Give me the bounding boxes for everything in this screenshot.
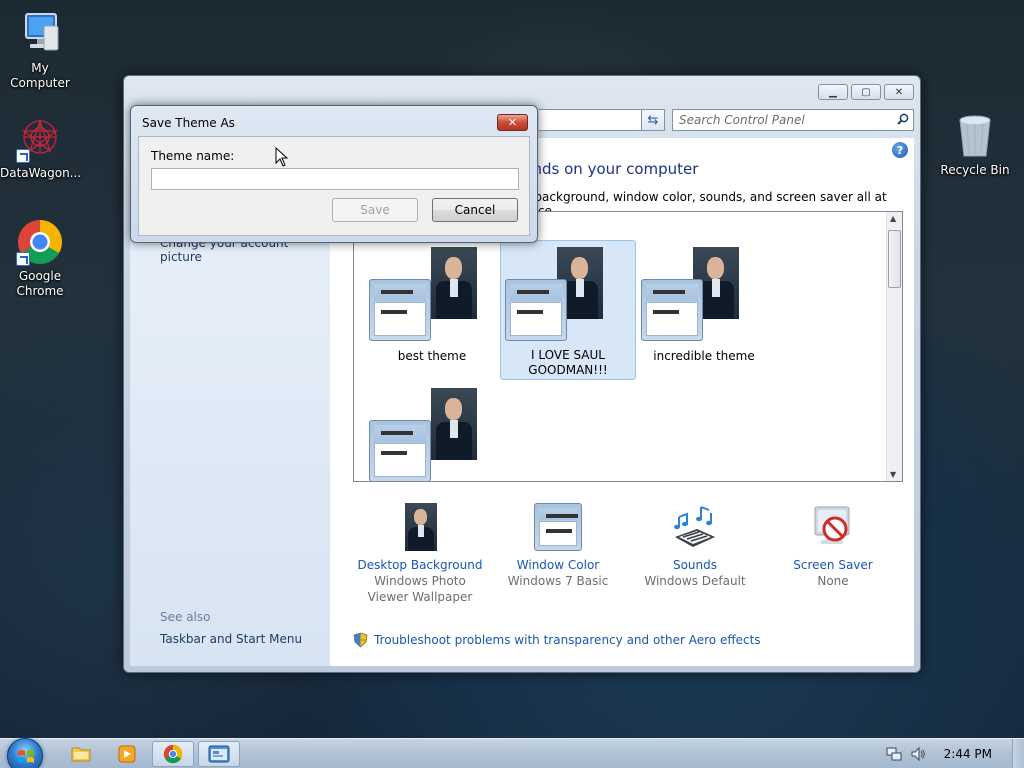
theme-window-thumbnail [369, 420, 431, 481]
theme-wallpaper-thumbnail [431, 247, 477, 319]
refresh-icon: ⇆ [647, 112, 659, 128]
system-tray: 2:44 PM [886, 739, 1024, 768]
theme-label: incredible theme [653, 349, 755, 363]
desktop-icon-recycle-bin[interactable]: Recycle Bin [935, 112, 1015, 178]
shield-icon [353, 632, 368, 648]
search-input[interactable]: Search Control Panel [672, 109, 914, 131]
theme-list-scrollbar[interactable]: ▲ ▼ [886, 212, 902, 481]
show-desktop-button[interactable] [1012, 739, 1024, 768]
theme-window-thumbnail [641, 279, 703, 341]
cancel-button[interactable]: Cancel [432, 198, 518, 222]
chrome-icon [16, 218, 64, 266]
theme-window-thumbnail [505, 279, 567, 341]
theme-item-best-theme[interactable]: best theme [364, 240, 500, 380]
taskbar-file-explorer[interactable] [60, 741, 102, 767]
desktop-icon-label: Google Chrome [16, 269, 64, 298]
search-placeholder: Search Control Panel [679, 113, 805, 127]
theme-name-input[interactable] [151, 168, 519, 190]
scroll-down-icon[interactable]: ▼ [890, 470, 896, 479]
see-also-heading: See also [160, 610, 211, 624]
datawagon-icon [16, 115, 64, 163]
page-title: unds on your computer [523, 160, 699, 178]
mouse-cursor-icon [275, 147, 289, 167]
sounds-icon [671, 503, 719, 551]
setting-value: Windows 7 Basic [507, 574, 609, 588]
setting-value: Windows Photo Viewer Wallpaper [367, 574, 473, 604]
maximize-icon: ▢ [861, 86, 871, 98]
theme-name-label: Theme name: [151, 149, 235, 163]
windows-logo-icon [18, 750, 34, 763]
theme-list: best theme I LOVE SAUL GOODMAN!!! incred… [353, 211, 903, 482]
theme-window-thumbnail [369, 279, 431, 341]
minimize-button[interactable]: ▁ [818, 84, 848, 100]
setting-title: Screen Saver [793, 558, 873, 572]
desktop-icon-datawagon[interactable]: DataWagon... [0, 115, 82, 181]
help-icon[interactable]: ? [892, 142, 908, 158]
desktop-background-setting[interactable]: Desktop Background Windows Photo Viewer … [345, 503, 495, 605]
desktop-icon-label: DataWagon... [0, 166, 82, 180]
close-icon: ✕ [894, 86, 904, 98]
theme-label: I LOVE SAUL GOODMAN!!! [528, 348, 608, 377]
window-controls: ▁ ▢ ✕ [818, 84, 914, 100]
setting-value: None [817, 574, 849, 588]
refresh-button[interactable]: ⇆ [641, 109, 665, 131]
setting-title: Sounds [672, 558, 718, 572]
control-panel-icon [208, 745, 230, 763]
troubleshoot-link[interactable]: Troubleshoot problems with transparency … [353, 632, 761, 648]
volume-icon[interactable] [910, 746, 926, 762]
scroll-up-icon[interactable]: ▲ [890, 214, 896, 223]
computer-icon [16, 10, 64, 58]
theme-wallpaper-thumbnail [431, 388, 477, 460]
dialog-close-button[interactable]: ✕ [497, 114, 528, 131]
media-player-icon [118, 745, 136, 763]
close-button[interactable]: ✕ [884, 84, 914, 100]
clock[interactable]: 2:44 PM [944, 747, 992, 761]
theme-label: best theme [397, 349, 467, 363]
desktop-icon-my-computer[interactable]: My Computer [0, 10, 80, 91]
taskbar-chrome[interactable] [152, 741, 194, 767]
desktop-icon-label: Recycle Bin [940, 163, 1010, 177]
address-bar[interactable]: ▼ [539, 109, 654, 131]
screen-saver-icon [809, 503, 857, 551]
network-icon[interactable] [886, 746, 902, 762]
recycle-bin-icon [951, 112, 999, 160]
dialog-title: Save Theme As [142, 116, 235, 130]
taskbar-media-player[interactable] [106, 741, 148, 767]
taskbar: 2:44 PM [0, 738, 1024, 768]
shortcut-arrow-icon [16, 252, 30, 266]
theme-item-unsaved[interactable] [364, 381, 500, 481]
setting-title: Desktop Background [357, 558, 483, 572]
save-theme-dialog: Save Theme As ✕ Theme name: Save Cancel [130, 105, 538, 243]
close-icon: ✕ [507, 116, 518, 129]
window-color-icon [534, 503, 582, 551]
minimize-icon: ▁ [829, 86, 837, 98]
taskbar-control-panel[interactable] [198, 741, 240, 767]
desktop-icon-label: My Computer [10, 61, 70, 90]
chrome-icon [163, 744, 183, 764]
scrollbar-thumb[interactable] [888, 230, 901, 288]
shortcut-arrow-icon [16, 149, 30, 163]
search-icon[interactable] [897, 113, 909, 125]
setting-title: Window Color [516, 558, 600, 572]
desktop-background-icon [396, 503, 444, 551]
theme-item-i-love-saul-goodman[interactable]: I LOVE SAUL GOODMAN!!! [500, 240, 636, 380]
maximize-button[interactable]: ▢ [851, 84, 881, 100]
start-button[interactable] [7, 738, 43, 768]
desktop-icon-google-chrome[interactable]: Google Chrome [0, 218, 80, 299]
theme-item-incredible-theme[interactable]: incredible theme [636, 240, 772, 380]
taskbar-start-menu-link[interactable]: Taskbar and Start Menu [160, 632, 302, 646]
sounds-setting[interactable]: Sounds Windows Default [620, 503, 770, 589]
file-explorer-icon [71, 747, 91, 762]
screen-saver-setting[interactable]: Screen Saver None [758, 503, 908, 589]
dialog-body: Theme name: Save Cancel [138, 136, 530, 236]
save-button[interactable]: Save [332, 198, 418, 222]
troubleshoot-link-text[interactable]: Troubleshoot problems with transparency … [374, 633, 761, 647]
window-color-setting[interactable]: Window Color Windows 7 Basic [483, 503, 633, 589]
setting-value: Windows Default [644, 574, 746, 588]
